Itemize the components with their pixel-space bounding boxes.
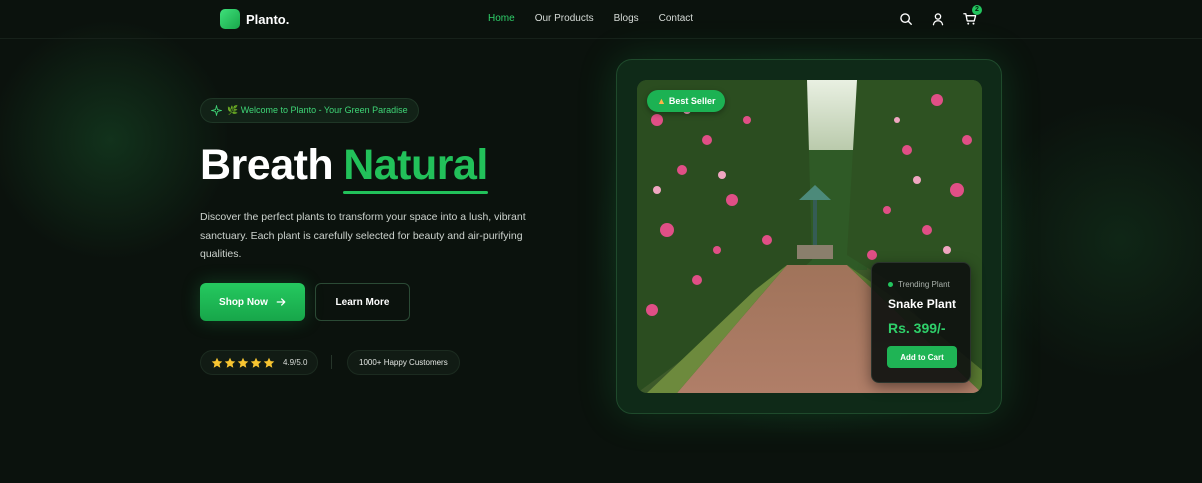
product-card: Trending Plant Snake Plant Rs. 399/- Add… (871, 262, 971, 383)
star-icon (224, 357, 236, 368)
add-to-cart-button[interactable]: Add to Cart (887, 346, 957, 368)
star-icon (263, 357, 275, 368)
brand-name: Planto. (246, 11, 290, 27)
best-seller-badge: ▲ Best Seller (647, 90, 726, 112)
arrow-right-icon (276, 298, 286, 306)
logo-mark-icon (220, 9, 240, 29)
product-price: Rs. 399/- (888, 320, 946, 336)
rating-stars (211, 357, 275, 369)
nav-link-our-products[interactable]: Our Products (535, 13, 594, 24)
stats-divider (331, 355, 332, 369)
shop-now-button[interactable]: Shop Now (200, 283, 305, 321)
product-name: Snake Plant (888, 297, 957, 311)
search-icon[interactable] (899, 12, 913, 26)
hero-title: Breath Natural (200, 141, 488, 190)
hero-title-part1: Breath (200, 141, 334, 189)
landing-page: Planto. Home Our Products Blogs Contact … (0, 0, 1202, 483)
cart-icon[interactable]: 2 (963, 5, 982, 26)
shop-now-label: Shop Now (219, 296, 268, 308)
star-icon (237, 357, 249, 368)
sparkle-icon (211, 105, 222, 116)
main-menu: Home Our Products Blogs Contact (488, 13, 693, 24)
rating-value: 4.9/5.0 (283, 358, 308, 367)
status-dot-icon (888, 282, 893, 287)
hero-title-highlight: Natural (343, 141, 488, 189)
learn-more-button[interactable]: Learn More (315, 283, 410, 321)
fire-icon: ▲ (657, 96, 666, 106)
welcome-badge: 🌿 Welcome to Planto - Your Green Paradis… (200, 98, 419, 123)
welcome-badge-text: 🌿 Welcome to Planto - Your Green Paradis… (227, 105, 408, 115)
top-navbar: Planto. Home Our Products Blogs Contact … (0, 0, 1202, 39)
brand-logo[interactable]: Planto. (220, 9, 289, 29)
star-icon (250, 357, 262, 368)
trending-tag: Trending Plant (888, 280, 950, 289)
best-seller-label: Best Seller (668, 96, 716, 106)
user-icon[interactable] (931, 12, 945, 26)
star-icon (211, 357, 223, 368)
cart-count-badge: 2 (972, 5, 982, 15)
hero-description: Discover the perfect plants to transform… (200, 211, 526, 261)
rating-pill: 4.9/5.0 (200, 350, 319, 375)
trending-label: Trending Plant (898, 280, 950, 289)
nav-link-home[interactable]: Home (488, 13, 515, 24)
nav-link-blogs[interactable]: Blogs (614, 13, 639, 24)
nav-actions: 2 (899, 5, 982, 26)
nav-link-contact[interactable]: Contact (659, 13, 693, 24)
happy-customers-pill: 1000+ Happy Customers (347, 350, 460, 375)
